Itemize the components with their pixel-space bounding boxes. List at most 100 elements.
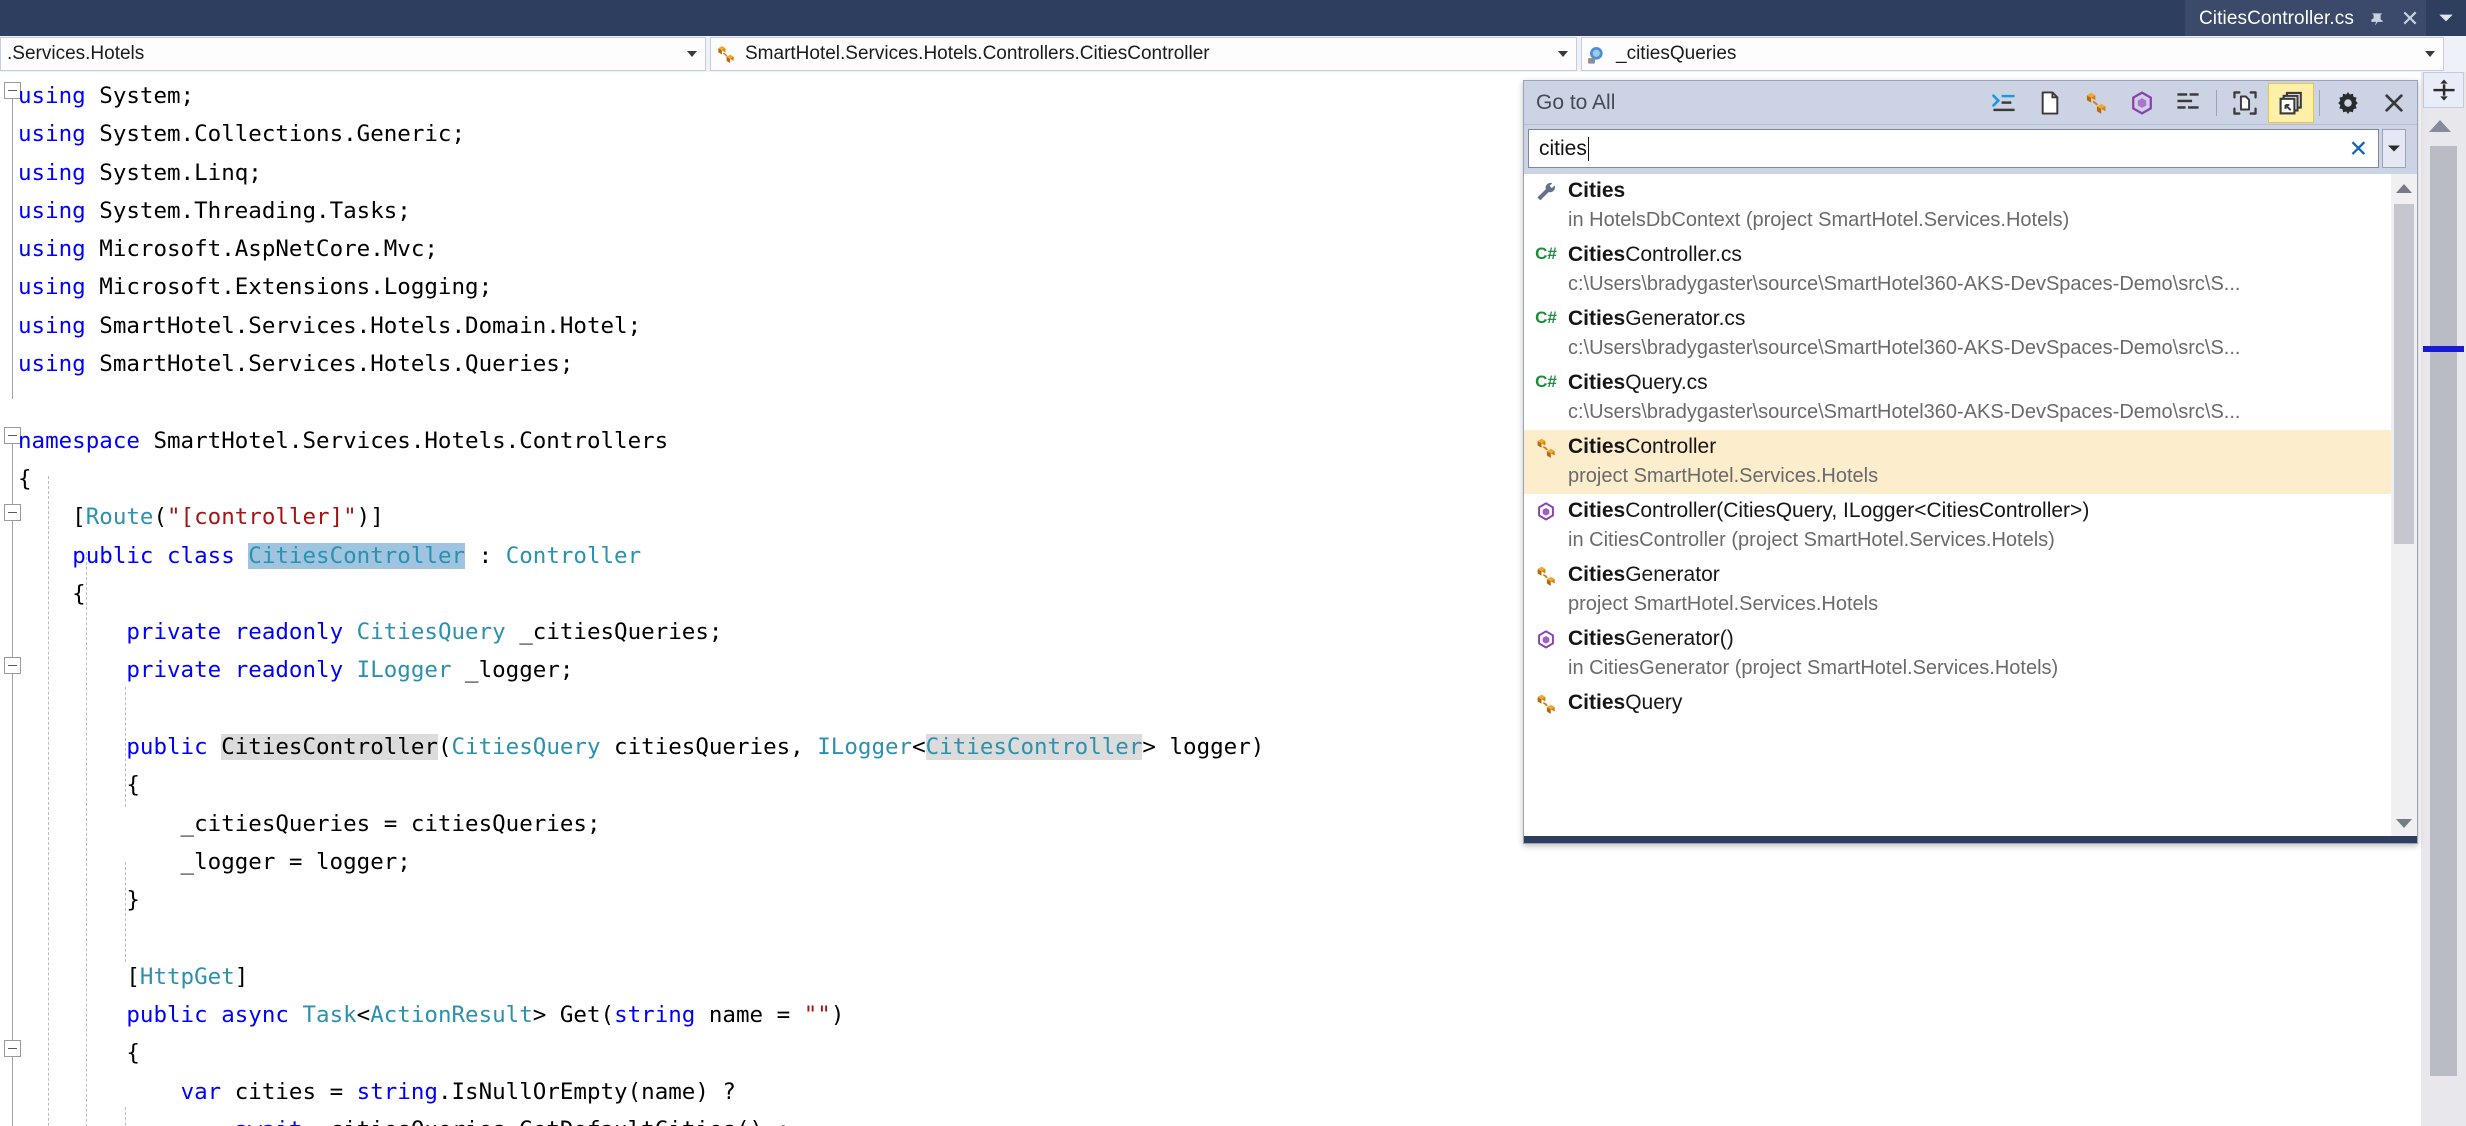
code-line: using System;	[0, 77, 1264, 115]
code-token: public	[126, 1002, 208, 1029]
code-line: public CitiesController(CitiesQuery citi…	[0, 728, 1264, 766]
code-token: readonly	[234, 619, 344, 646]
result-row[interactable]: CitiesQuery	[1524, 686, 2417, 720]
result-title: CitiesQuery	[1568, 691, 1683, 714]
toolbar-separator	[2216, 89, 2217, 116]
result-text: CitiesQuery	[1568, 689, 2417, 717]
scrollbar-thumb[interactable]	[2430, 146, 2457, 1076]
results-scrollbar-thumb[interactable]	[2394, 204, 2414, 544]
result-row[interactable]: CitiesGenerator project SmartHotel.Servic…	[1524, 558, 2417, 622]
pin-icon[interactable]	[2367, 6, 2387, 32]
result-row[interactable]: C# CitiesGenerator.cs c:\Users\bradygaster…	[1524, 302, 2417, 366]
code-line: public async Task<ActionResult> Get(stri…	[0, 996, 1264, 1034]
go-to-line-icon[interactable]	[1981, 83, 2027, 123]
code-line: using Microsoft.AspNetCore.Mvc;	[0, 230, 1264, 268]
code-token: }	[18, 887, 140, 914]
code-token: cities =	[221, 1078, 357, 1105]
code-token: public	[126, 734, 208, 761]
editor-vertical-scrollbar[interactable]	[2421, 72, 2466, 1126]
go-to-symbol-icon[interactable]	[2165, 83, 2211, 123]
preview-selected-item-icon[interactable]	[2222, 83, 2268, 123]
result-subtitle: in CitiesController (project SmartHotel.…	[1568, 529, 2055, 551]
go-to-all-results-list[interactable]: Cities in HotelsDbContext (project SmartH…	[1524, 174, 2417, 838]
go-to-all-header: Go to All	[1524, 81, 2417, 125]
go-to-member-icon[interactable]	[2119, 83, 2165, 123]
code-token: async	[221, 1002, 289, 1029]
result-row[interactable]: CitiesGenerator() in CitiesGenerator (pro…	[1524, 622, 2417, 686]
code-token: CitiesQuery	[451, 734, 601, 761]
result-text: CitiesGenerator project SmartHotel.Servic…	[1568, 561, 2417, 619]
search-history-dropdown[interactable]	[2379, 129, 2409, 168]
result-text: CitiesController(CitiesQuery, ILogger<Ci…	[1568, 497, 2417, 555]
code-line: namespace SmartHotel.Services.Hotels.Con…	[0, 422, 1264, 460]
result-subtitle: c:\Users\bradygaster\source\SmartHotel36…	[1568, 273, 2241, 295]
go-to-all-popup: Go to All cities ✕ Cities in HotelsDbCon…	[1523, 80, 2418, 844]
search-input[interactable]: cities ✕	[1528, 129, 2379, 168]
project-context-dropdown[interactable]: .Services.Hotels	[0, 37, 706, 71]
code-token: SmartHotel.Services.Hotels.Queries;	[85, 351, 574, 378]
code-token: private	[126, 657, 222, 684]
code-line: [HttpGet]	[0, 958, 1264, 996]
tab-label: CitiesController.cs	[2198, 8, 2354, 29]
result-title: CitiesGenerator.cs	[1568, 307, 1746, 330]
gear-icon[interactable]	[2325, 83, 2371, 123]
code-token: using	[18, 312, 86, 339]
result-row[interactable]: CitiesController(CitiesQuery, ILogger<Ci…	[1524, 494, 2417, 558]
close-icon[interactable]: ✕	[2400, 6, 2420, 32]
code-line: {	[0, 1034, 1264, 1072]
code-token: ILogger	[356, 657, 452, 684]
go-to-file-icon[interactable]	[2027, 83, 2073, 123]
code-token: _citiesQueries = citiesQueries;	[18, 810, 601, 837]
class-icon	[1524, 433, 1568, 460]
go-to-type-icon[interactable]	[2073, 83, 2119, 123]
code-token: SmartHotel.Services.Hotels.Domain.Hotel;	[85, 312, 642, 339]
code-token: private	[126, 619, 222, 646]
code-line: {	[0, 460, 1264, 498]
result-row[interactable]: CitiesController project SmartHotel.Servi…	[1524, 430, 2417, 494]
tab-list-menu-button[interactable]	[2426, 0, 2466, 36]
result-row[interactable]: C# CitiesController.cs c:\Users\bradygaste…	[1524, 238, 2417, 302]
split-view-icon[interactable]	[2423, 72, 2464, 108]
code-token: class	[167, 542, 235, 569]
caret-position-marker	[2423, 346, 2464, 352]
search-input-value: cities	[1539, 136, 1587, 160]
result-row[interactable]: Cities in HotelsDbContext (project SmartH…	[1524, 174, 2417, 238]
code-token: (	[153, 504, 168, 531]
scroll-up-icon[interactable]	[2396, 184, 2412, 193]
clear-search-icon[interactable]: ✕	[2349, 135, 2368, 162]
type-context-dropdown[interactable]: SmartHotel.Services.Hotels.Controllers.C…	[710, 37, 1577, 71]
code-text[interactable]: using System; using System.Collections.Ge…	[0, 77, 1264, 1126]
code-token: readonly	[234, 657, 344, 684]
navigation-bar: .Services.Hotels SmartHotel.Services.Hot…	[0, 36, 2466, 72]
keep-open-icon[interactable]	[2268, 82, 2314, 123]
scroll-up-icon[interactable]	[2429, 120, 2451, 132]
member-context-dropdown[interactable]: _citiesQueries	[1581, 37, 2444, 71]
class-icon	[711, 43, 741, 65]
code-token: name =	[695, 1002, 804, 1029]
result-text: Cities in HotelsDbContext (project SmartH…	[1568, 177, 2417, 235]
code-line: _logger = logger;	[0, 843, 1264, 881]
code-line: {	[0, 766, 1264, 804]
result-subtitle: project SmartHotel.Services.Hotels	[1568, 465, 1879, 487]
results-scrollbar[interactable]	[2391, 174, 2417, 838]
csharp-file-icon: C#	[1535, 244, 1557, 263]
code-token: using	[18, 236, 86, 263]
type-context-value: SmartHotel.Services.Hotels.Controllers.C…	[745, 43, 1210, 64]
editor-tab-cities-controller[interactable]: CitiesController.cs ✕	[2184, 0, 2426, 36]
code-token: (	[437, 734, 452, 761]
code-token: ""	[803, 1002, 831, 1029]
code-line: using SmartHotel.Services.Hotels.Queries…	[0, 345, 1264, 383]
code-token: System.Collections.Generic;	[85, 121, 466, 148]
result-row[interactable]: C# CitiesQuery.cs c:\Users\bradygaster\sou…	[1524, 366, 2417, 430]
code-token: SmartHotel.Services.Hotels.Controllers	[139, 427, 669, 454]
code-token: System.Linq;	[85, 159, 262, 186]
result-subtitle: c:\Users\bradygaster\source\SmartHotel36…	[1568, 337, 2241, 359]
scroll-down-icon[interactable]	[2396, 819, 2412, 828]
close-icon[interactable]	[2371, 83, 2417, 123]
